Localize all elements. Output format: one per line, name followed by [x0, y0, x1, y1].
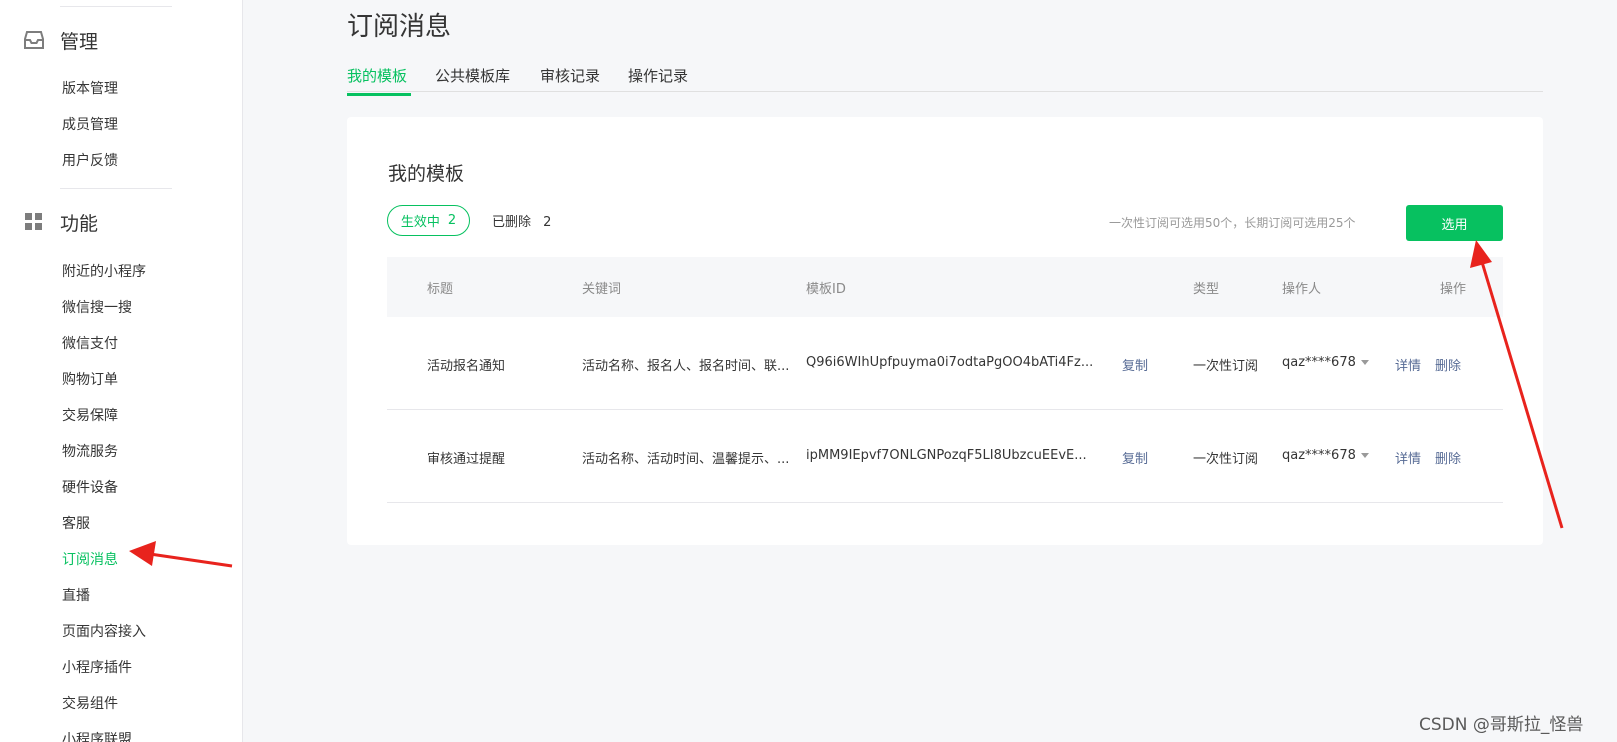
filter-active-label: 生效中	[400, 215, 440, 230]
templates-card: 我的模板 生效中 2 已删除 2 一次性订阅可选用50个，长期订阅可选用25个 …	[347, 117, 1543, 545]
tab-label: 我的模板	[347, 67, 408, 85]
tab-bar: 我的模板 公共模板库 审核记录 操作记录	[347, 60, 1543, 96]
watermark: CSDN @哥斯拉_怪兽	[1419, 715, 1584, 735]
detail-link[interactable]: 详情	[1395, 355, 1421, 374]
sidebar-item-live[interactable]: 直播	[62, 586, 90, 606]
row-operator: qaz****678	[1282, 448, 1356, 463]
filter-deleted-button[interactable]: 已删除 2	[492, 211, 551, 230]
filter-active-count: 2	[447, 213, 457, 228]
row-template-id: Q96i6WIhUpfpuyma0i7odtaPgOO4bATi4Fz...	[806, 355, 1094, 370]
inbox-icon	[24, 31, 44, 49]
sidebar-item-pay[interactable]: 微信支付	[62, 334, 118, 354]
table-row: 审核通过提醒 活动名称、活动时间、温馨提示、... ipMM9IEpvf7ONL…	[387, 410, 1503, 503]
row-operator: qaz****678	[1282, 355, 1356, 370]
grid-icon	[25, 213, 42, 230]
sidebar-item-search[interactable]: 微信搜一搜	[62, 298, 132, 318]
sidebar-item-nearby[interactable]: 附近的小程序	[62, 262, 146, 282]
row-title: 活动报名通知	[427, 359, 506, 374]
row-type: 一次性订阅	[1193, 359, 1259, 374]
detail-link[interactable]: 详情	[1395, 448, 1421, 467]
copy-template-id-link[interactable]: 复制	[1122, 448, 1148, 467]
column-header-actions: 操作	[1440, 282, 1467, 297]
sidebar-item-page-content[interactable]: 页面内容接入	[62, 622, 146, 642]
sidebar-item-trade-component[interactable]: 交易组件	[62, 694, 118, 714]
operator-dropdown[interactable]: qaz****678	[1282, 448, 1369, 463]
sidebar-section-manage[interactable]: 管理	[24, 25, 98, 55]
filter-deleted-count: 2	[543, 215, 552, 230]
sidebar-section-label: 管理	[60, 30, 99, 53]
tab-my-templates[interactable]: 我的模板	[347, 65, 411, 96]
column-header-operator: 操作人	[1282, 282, 1322, 297]
sidebar-divider	[60, 6, 172, 7]
limit-note: 一次性订阅可选用50个，长期订阅可选用25个	[1109, 216, 1356, 230]
sidebar-item-logistics[interactable]: 物流服务	[62, 442, 118, 462]
column-header-keywords: 关键词	[582, 282, 622, 297]
sidebar-item-version[interactable]: 版本管理	[62, 79, 118, 99]
table-row: 活动报名通知 活动名称、报名人、报名时间、联... Q96i6WIhUpfpuy…	[387, 317, 1503, 410]
row-template-id: ipMM9IEpvf7ONLGNPozqF5LI8UbzcuEEvE...	[806, 448, 1087, 463]
caret-down-icon	[1360, 360, 1369, 365]
delete-link[interactable]: 删除	[1435, 448, 1461, 467]
sidebar-item-subscribe-message[interactable]: 订阅消息	[62, 550, 118, 570]
column-header-title: 标题	[427, 282, 454, 297]
operator-dropdown[interactable]: qaz****678	[1282, 355, 1369, 370]
page-title: 订阅消息	[347, 12, 452, 42]
caret-down-icon	[1360, 453, 1369, 458]
tab-active-indicator	[347, 93, 411, 96]
column-header-type: 类型	[1193, 282, 1220, 297]
sidebar-item-customer-service[interactable]: 客服	[62, 514, 90, 534]
sidebar-item-guarantee[interactable]: 交易保障	[62, 406, 118, 426]
delete-link[interactable]: 删除	[1435, 355, 1461, 374]
sidebar-item-members[interactable]: 成员管理	[62, 115, 118, 135]
row-type: 一次性订阅	[1193, 452, 1259, 467]
row-keywords: 活动名称、活动时间、温馨提示、...	[582, 452, 790, 467]
row-title: 审核通过提醒	[427, 452, 506, 467]
select-template-button[interactable]: 选用	[1406, 205, 1503, 241]
tab-review-records[interactable]: 审核记录	[540, 65, 600, 86]
copy-template-id-link[interactable]: 复制	[1122, 355, 1148, 374]
sidebar-item-hardware[interactable]: 硬件设备	[62, 478, 118, 498]
sidebar-section-label: 功能	[60, 212, 99, 235]
row-keywords: 活动名称、报名人、报名时间、联...	[582, 359, 790, 374]
page: 管理 版本管理 成员管理 用户反馈 功能 附近的小程序 微信搜一搜 微信支付 购…	[0, 0, 1617, 742]
sidebar-item-plugin[interactable]: 小程序插件	[62, 658, 132, 678]
sidebar: 管理 版本管理 成员管理 用户反馈 功能 附近的小程序 微信搜一搜 微信支付 购…	[0, 0, 243, 742]
table-header: 标题 关键词 模板ID 类型 操作人 操作	[387, 257, 1503, 317]
sidebar-section-features[interactable]: 功能	[24, 207, 98, 237]
sidebar-divider	[60, 188, 172, 189]
filter-active-button[interactable]: 生效中 2	[387, 205, 470, 236]
filter-deleted-label: 已删除	[492, 215, 532, 230]
tab-public-library[interactable]: 公共模板库	[435, 65, 510, 86]
column-header-template-id: 模板ID	[806, 282, 846, 297]
tab-operation-records[interactable]: 操作记录	[628, 65, 688, 86]
sidebar-item-feedback[interactable]: 用户反馈	[62, 151, 118, 171]
card-title: 我的模板	[388, 163, 465, 185]
sidebar-item-orders[interactable]: 购物订单	[62, 370, 118, 390]
sidebar-item-alliance[interactable]: 小程序联盟	[62, 730, 132, 742]
